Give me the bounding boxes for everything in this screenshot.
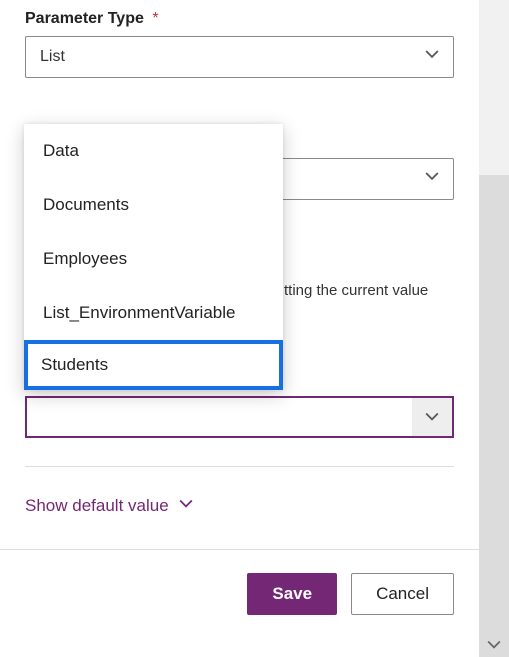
required-asterisk: *: [152, 10, 158, 27]
current-list-select[interactable]: [25, 396, 454, 438]
dropdown-option-documents[interactable]: Documents: [24, 178, 283, 232]
show-default-value-toggle[interactable]: Show default value: [25, 496, 193, 516]
footer-actions: Save Cancel: [0, 549, 479, 637]
parameter-type-label: Parameter Type *: [25, 10, 454, 28]
divider: [25, 466, 454, 467]
dropdown-option-employees[interactable]: Employees: [24, 232, 283, 286]
dropdown-option-data[interactable]: Data: [24, 124, 283, 178]
scroll-down-icon[interactable]: [479, 633, 509, 657]
parameter-type-select[interactable]: List: [25, 36, 454, 78]
list-dropdown: Data Documents Employees List_Environmen…: [24, 124, 283, 390]
form-panel: Parameter Type * List tting the current …: [0, 0, 479, 657]
dropdown-option-students[interactable]: Students: [24, 340, 283, 390]
parameter-type-label-text: Parameter Type: [25, 10, 144, 27]
chevron-down-icon: [425, 48, 439, 67]
parameter-type-value: List: [40, 48, 65, 66]
scrollbar-track[interactable]: [479, 175, 509, 657]
dropdown-option-list-env-var[interactable]: List_EnvironmentVariable: [24, 286, 283, 340]
chevron-down-icon: [412, 398, 452, 436]
save-button[interactable]: Save: [247, 573, 337, 615]
gutter-spacer: [479, 0, 509, 175]
helper-text-fragment: tting the current value: [284, 282, 428, 299]
chevron-down-icon: [179, 496, 193, 516]
show-default-label: Show default value: [25, 496, 169, 516]
right-gutter: [479, 0, 509, 657]
cancel-button[interactable]: Cancel: [351, 573, 454, 615]
chevron-down-icon: [425, 170, 439, 189]
